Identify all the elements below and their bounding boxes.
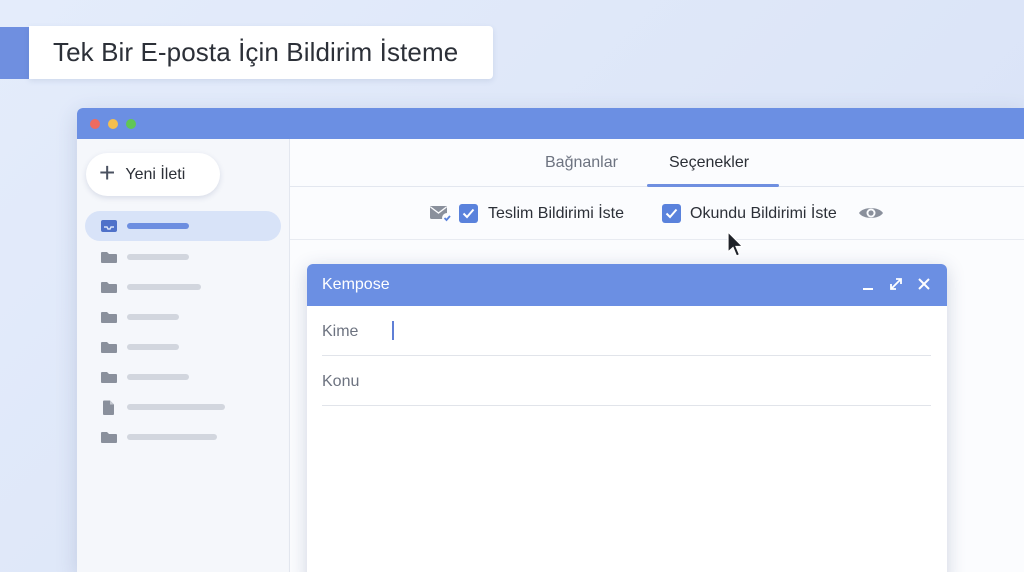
to-label: Kime bbox=[322, 323, 359, 340]
subject-field-row: Konu bbox=[322, 356, 931, 406]
sidebar-item-folder[interactable] bbox=[85, 422, 281, 452]
text-caret bbox=[392, 321, 394, 340]
minimize-icon[interactable] bbox=[859, 275, 877, 293]
close-window-button[interactable] bbox=[90, 119, 100, 129]
sidebar: + Yeni İleti bbox=[77, 139, 290, 572]
sidebar-item-label bbox=[127, 284, 201, 290]
sidebar-item-label bbox=[127, 314, 179, 320]
to-input[interactable] bbox=[392, 320, 912, 342]
sidebar-item-label bbox=[127, 404, 225, 410]
folder-icon bbox=[101, 312, 117, 323]
sidebar-item-label bbox=[127, 344, 179, 350]
new-message-label: Yeni İleti bbox=[125, 165, 186, 183]
read-receipt-label[interactable]: Okundu Bildirimi İste bbox=[690, 205, 837, 223]
zoom-window-button[interactable] bbox=[126, 119, 136, 129]
sidebar-item-label bbox=[127, 374, 189, 380]
expand-icon[interactable] bbox=[887, 275, 905, 293]
minimize-window-button[interactable] bbox=[108, 119, 118, 129]
sidebar-item-folder[interactable] bbox=[85, 302, 281, 332]
window-titlebar bbox=[77, 108, 1024, 139]
folder-icon bbox=[101, 282, 117, 293]
tab-attachments[interactable]: Bağnanlar bbox=[545, 154, 618, 172]
document-icon bbox=[103, 400, 114, 415]
sidebar-item-document[interactable] bbox=[85, 392, 281, 422]
checkmark-icon bbox=[462, 208, 475, 219]
inbox-icon bbox=[101, 220, 117, 232]
delivery-receipt-label[interactable]: Teslim Bildirimi İste bbox=[488, 205, 624, 223]
new-message-button[interactable]: + Yeni İleti bbox=[86, 153, 220, 196]
to-field-row: Kime bbox=[322, 306, 931, 356]
mouse-cursor-icon bbox=[727, 231, 744, 257]
folder-icon bbox=[101, 432, 117, 443]
sidebar-item-label bbox=[127, 223, 189, 229]
read-receipt-checkbox[interactable] bbox=[662, 204, 681, 223]
sidebar-item-folder[interactable] bbox=[85, 332, 281, 362]
sidebar-item-folder[interactable] bbox=[85, 272, 281, 302]
compose-header: Kempose bbox=[307, 264, 947, 306]
eye-icon bbox=[859, 208, 883, 218]
delivery-receipt-checkbox[interactable] bbox=[459, 204, 478, 223]
close-icon[interactable] bbox=[915, 275, 933, 293]
tab-options[interactable]: Seçenekler bbox=[669, 154, 749, 172]
compose-window: Kempose Kime Konu bbox=[307, 264, 947, 572]
mail-check-icon bbox=[430, 206, 452, 223]
banner-title: Tek Bir E-posta İçin Bildirim İsteme bbox=[29, 26, 493, 79]
checkmark-icon bbox=[665, 208, 678, 219]
subject-label: Konu bbox=[322, 373, 360, 390]
banner-accent-bar bbox=[0, 27, 30, 79]
folder-icon bbox=[101, 252, 117, 263]
sidebar-item-inbox[interactable] bbox=[85, 211, 281, 241]
sidebar-item-label bbox=[127, 254, 189, 260]
sidebar-item-folder[interactable] bbox=[85, 362, 281, 392]
folder-icon bbox=[101, 372, 117, 383]
plus-icon: + bbox=[99, 157, 116, 188]
subject-input[interactable] bbox=[392, 370, 912, 392]
folder-icon bbox=[101, 342, 117, 353]
compose-title: Kempose bbox=[322, 276, 390, 293]
sidebar-item-folder[interactable] bbox=[85, 242, 281, 272]
receipt-options-bar: Teslim Bildirimi İste Okundu Bildirimi İ… bbox=[290, 187, 1024, 240]
tab-bar: Bağnanlar Seçenekler bbox=[290, 139, 1024, 187]
sidebar-item-label bbox=[127, 434, 217, 440]
